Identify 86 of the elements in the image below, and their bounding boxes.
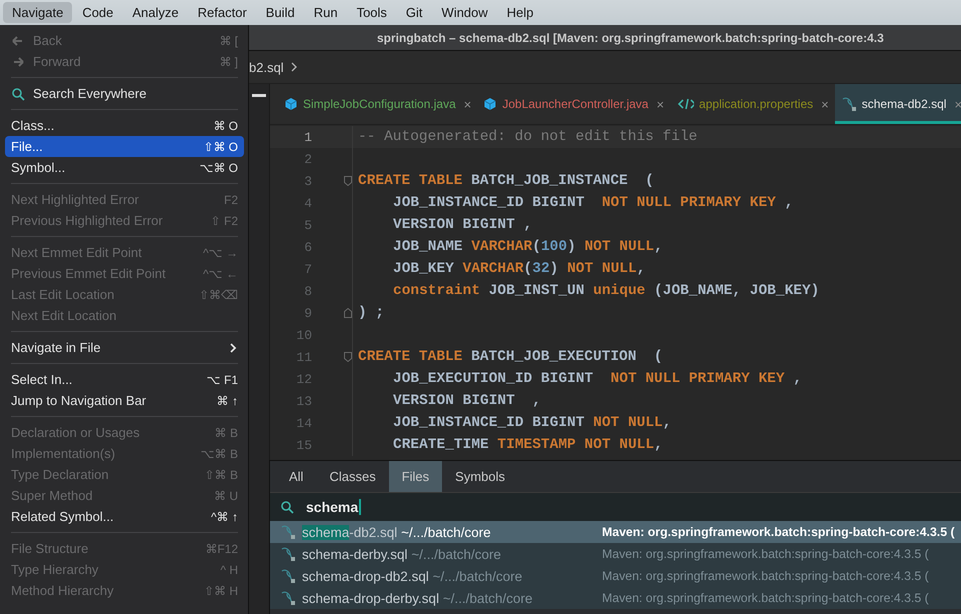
- cube-icon: [483, 97, 498, 111]
- sql-file-icon: [280, 524, 296, 540]
- close-icon[interactable]: ×: [656, 96, 664, 112]
- code-line: JOB_KEY VARCHAR(32) NOT NULL,: [392, 261, 646, 277]
- search-field[interactable]: schema: [270, 492, 961, 521]
- close-icon[interactable]: ×: [821, 96, 829, 112]
- code-line: CREATE TABLE BATCH_JOB_EXECUTION (: [357, 349, 663, 365]
- breadcrumb-item[interactable]: b2.sql: [249, 60, 284, 74]
- editor-tab[interactable]: application.properties ×: [670, 84, 835, 124]
- result-row[interactable]: schema-drop-derby.sql ~/.../batch/core Maven: org.springframework.batch:spring-batch-core:4.3.5 (: [270, 587, 961, 609]
- code-line: JOB_NAME VARCHAR(100) NOT NULL,: [392, 239, 663, 255]
- menubar-item[interactable]: Run: [304, 2, 347, 23]
- menubar-item[interactable]: Window: [432, 2, 497, 23]
- line-number: 13: [295, 394, 313, 408]
- menu-item[interactable]: File... ⇧⌘ O: [5, 136, 244, 157]
- line-number: 12: [295, 372, 313, 386]
- menu-item[interactable]: Navigate in File: [5, 337, 244, 358]
- line-number: 14: [295, 416, 313, 430]
- close-icon[interactable]: ×: [464, 96, 472, 112]
- code-line: -- Autogenerated: do not edit this file: [357, 129, 698, 145]
- popup-tab[interactable]: Symbols: [442, 461, 518, 492]
- menu-item[interactable]: Select In... ⌥ F1: [5, 369, 244, 390]
- code-line: JOB_EXECUTION_ID BIGINT NOT NULL PRIMARY KEY ,: [392, 371, 802, 387]
- menu-item[interactable]: Symbol... ⌥⌘ O: [5, 157, 244, 178]
- menubar-item[interactable]: Code: [73, 2, 122, 23]
- fold-marker-icon: [344, 352, 352, 362]
- code-line: VERSION BIGINT ,: [392, 217, 532, 233]
- menubar-item[interactable]: Analyze: [123, 2, 188, 23]
- line-number: 7: [303, 262, 313, 276]
- sql-file-icon: [280, 546, 296, 562]
- menubar-item[interactable]: Help: [498, 2, 543, 23]
- code-line: CREATE TABLE BATCH_JOB_INSTANCE (: [357, 173, 654, 189]
- code-line: VERSION BIGINT ,: [392, 393, 541, 409]
- tab-label: schema-db2.sql: [862, 97, 946, 111]
- menubar-item[interactable]: Build: [256, 2, 304, 23]
- popup-tab[interactable]: Files: [388, 461, 442, 492]
- line-number: 10: [295, 328, 313, 342]
- line-number: 11: [295, 350, 313, 364]
- line-number: 2: [303, 152, 313, 166]
- chevron-right-icon: [228, 342, 238, 354]
- menu-item[interactable]: Search Everywhere: [5, 83, 244, 104]
- line-number: 9: [303, 306, 313, 320]
- line-number: 15: [295, 438, 313, 452]
- line-number: 3: [303, 174, 313, 188]
- tab-label: SimpleJobConfiguration.java: [303, 97, 456, 111]
- fold-marker-icon: [344, 176, 352, 186]
- result-row[interactable]: schema-db2.sql ~/.../batch/core Maven: org.springframework.batch:spring-batch-core:4.3.5 (: [270, 521, 961, 543]
- editor-tab[interactable]: JobLauncherController.java ×: [477, 84, 670, 124]
- chevron-right-icon: [290, 61, 298, 73]
- menubar-item[interactable]: Refactor: [188, 2, 256, 23]
- arrow-icon: [11, 54, 25, 68]
- search-icon: [11, 86, 25, 100]
- code-icon: [676, 97, 694, 111]
- sql-file-icon: [840, 96, 857, 112]
- arrow-icon: [11, 34, 25, 48]
- menu-item[interactable]: Class... ⌘ O: [5, 115, 244, 136]
- code-line: JOB_INSTANCE_ID BIGINT NOT NULL PRIMARY KEY ,: [392, 195, 794, 211]
- sql-file-icon: [280, 568, 296, 584]
- cube-icon: [284, 97, 298, 111]
- menu-item[interactable]: Jump to Navigation Bar ⌘ ↑: [5, 390, 244, 411]
- menubar-item[interactable]: Git: [396, 2, 432, 23]
- tab-label: application.properties: [699, 97, 814, 111]
- line-number: 6: [303, 240, 313, 254]
- result-row[interactable]: schema-drop-db2.sql ~/.../batch/core Maven: org.springframework.batch:spring-batch-core:4.3.5 (: [270, 565, 961, 587]
- tab-label: JobLauncherController.java: [502, 97, 648, 111]
- code-line: constraint JOB_INST_UN unique (JOB_NAME, JOB_KEY): [392, 283, 820, 299]
- popup-tab[interactable]: Classes: [316, 461, 389, 492]
- editor-tab[interactable]: schema-db2.sql ×: [834, 84, 961, 124]
- fold-marker-icon: [344, 308, 352, 318]
- editor-tab[interactable]: SimpleJobConfiguration.java ×: [278, 84, 478, 124]
- line-number: 8: [303, 284, 313, 298]
- menubar-item[interactable]: Navigate: [3, 2, 72, 23]
- line-number: 5: [303, 218, 313, 232]
- search-icon: [280, 500, 294, 514]
- window-title: springbatch – schema-db2.sql [Maven: org.springframework.batch:spring-batch-core:4.3: [377, 30, 884, 44]
- result-row[interactable]: schema-derby.sql ~/.../batch/core Maven: org.springframework.batch:spring-batch-core:4.3.5 (: [270, 543, 961, 565]
- menu-item[interactable]: Related Symbol... ^⌘ ↑: [5, 506, 244, 527]
- code-line: JOB_INSTANCE_ID BIGINT NOT NULL,: [392, 415, 672, 431]
- line-number: 1: [303, 130, 313, 144]
- popup-tab[interactable]: All: [276, 461, 316, 492]
- menubar-item[interactable]: Tools: [348, 2, 396, 23]
- sql-file-icon: [280, 590, 296, 606]
- minimize-icon: [252, 94, 266, 98]
- code-line: ) ;: [357, 305, 384, 321]
- code-line: CREATE_TIME TIMESTAMP NOT NULL,: [392, 437, 663, 453]
- line-number: 4: [303, 196, 313, 210]
